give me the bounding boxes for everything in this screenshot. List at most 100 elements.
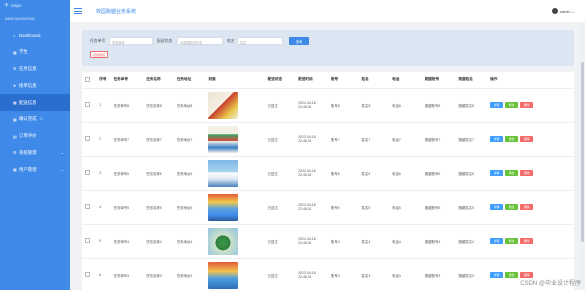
cell-task-name: 任务名称8 [143, 88, 174, 123]
cell-delivery-status: 已送达 [264, 156, 296, 191]
col-header: 电话 [389, 72, 422, 89]
cell-index: 4 [96, 190, 111, 225]
row-checkbox[interactable] [85, 102, 90, 107]
sidebar-item-user-management[interactable]: ▦ 用户管理 ⌄ [0, 161, 70, 178]
home-icon: ⌂ [13, 32, 16, 38]
col-header: 任务名称 [143, 72, 174, 89]
edit-button[interactable]: 修改 [505, 102, 519, 108]
app-title: 校园跑腿业务系统 [96, 8, 137, 15]
edit-button[interactable]: 修改 [505, 136, 519, 142]
cover-thumbnail[interactable] [208, 91, 239, 119]
cell-task-no: 任务单号6 [110, 156, 144, 191]
cell-delivery-time: 2022-04-18 22:46:31 [295, 156, 328, 191]
delete-button[interactable]: 删除 [520, 170, 534, 176]
hand-cursor-icon: ☝ [39, 116, 43, 123]
detail-button[interactable]: 详情 [490, 170, 504, 176]
cell-delivery-time: 2022-04-18 22:46:31 [295, 122, 328, 157]
cell-task-no: 任务单号8 [110, 88, 144, 123]
cell-phone: 电话6 [389, 156, 422, 191]
search-button[interactable]: 查询 [289, 37, 309, 45]
col-header: 任务单号 [110, 72, 144, 89]
edit-button[interactable]: 修改 [505, 170, 519, 176]
edit-button[interactable]: 修改 [505, 204, 519, 210]
task-no-input[interactable]: 任务单号 [109, 37, 153, 45]
cell-task-name: 任务名称7 [143, 122, 174, 157]
cell-runner-account: 跑腿账号4 [421, 224, 456, 259]
detail-button[interactable]: 详情 [490, 204, 504, 210]
scrollbar-thumb[interactable] [581, 62, 584, 242]
cell-cover [205, 88, 265, 123]
delete-button[interactable]: 删除 [520, 204, 534, 210]
delivery-status-select[interactable]: 请选择配送状态 [177, 37, 223, 45]
avatar [551, 8, 558, 14]
delete-button[interactable]: 删除 [520, 238, 534, 244]
row-checkbox[interactable] [85, 136, 90, 141]
sidebar-item-system-management[interactable]: ⚙ 系统管理 ⌄ [0, 145, 70, 162]
user-menu[interactable]: admin ⌄ [551, 8, 575, 14]
row-checkbox[interactable] [85, 272, 90, 277]
cell-index: 3 [96, 156, 111, 191]
cell-runner-name: 跑腿姓名6 [455, 156, 488, 191]
delete-button[interactable]: 删除 [520, 136, 534, 142]
grid-icon: ▦ [13, 167, 17, 173]
cell-runner-name: 跑腿姓名8 [455, 88, 488, 123]
detail-button[interactable]: 详情 [490, 272, 504, 278]
delivery-status-label: 配送状态 [157, 39, 173, 43]
sidebar-item-label: 学生 [19, 49, 28, 55]
detail-button[interactable]: 详情 [490, 102, 504, 108]
cell-account: 账号5 [327, 190, 359, 225]
col-header: 跑腿账号 [421, 72, 456, 89]
cell-runner-account: 跑腿账号3 [421, 258, 456, 290]
cell-delivery-status: 已送达 [264, 190, 296, 225]
sidebar-item-label: Dashboard [19, 32, 41, 38]
cell-task-no: 任务单号3 [110, 258, 144, 290]
sidebar-item-confirm-complete[interactable]: ▦ 确认完成 ☝ [0, 111, 70, 128]
cell-actions: 详情 修改 删除 [487, 122, 574, 157]
cell-name: 姓名8 [358, 88, 390, 123]
row-checkbox[interactable] [85, 204, 90, 209]
edit-button[interactable]: 修改 [505, 272, 519, 278]
delete-button[interactable]: 删除 [520, 272, 534, 278]
col-header: 序号 [96, 72, 111, 89]
sidebar-item-delivery-info[interactable]: ▦ 配送信息 [0, 94, 70, 111]
cell-delivery-status: 已送达 [264, 88, 296, 123]
menu-toggle-icon[interactable] [74, 8, 82, 14]
cover-thumbnail[interactable] [208, 193, 239, 221]
col-header: 任务地址 [173, 72, 206, 89]
sidebar-item-task-info[interactable]: ⚙ 任务信息 [0, 61, 70, 78]
detail-button[interactable]: 详情 [490, 238, 504, 244]
table-header-row: 序号 任务单号 任务名称 任务地址 封面 配送状态 配送时间 账号 姓名 电话 … [82, 72, 574, 89]
sidebar-item-order-info[interactable]: ➤ 接单信息 [0, 77, 70, 94]
cell-runner-name: 跑腿姓名7 [455, 122, 488, 157]
detail-button[interactable]: 详情 [490, 136, 504, 142]
edit-button[interactable]: 修改 [505, 238, 519, 244]
task-no-label: 任务单号 [90, 39, 106, 43]
cell-index: 2 [96, 122, 111, 157]
page-scrollbar[interactable] [580, 22, 585, 290]
name-input[interactable]: 姓名 [237, 37, 283, 45]
sidebar-item-dashboard[interactable]: ⌂ Dashboard [0, 27, 70, 44]
cover-thumbnail[interactable] [208, 159, 239, 187]
cell-name: 姓名4 [358, 224, 390, 259]
cell-runner-name: 跑腿姓名3 [455, 258, 488, 290]
table-row: 3 任务单号6 任务名称6 任务地址6 已送达 2022-04-18 22:46:31 账号… [82, 156, 574, 191]
cover-thumbnail[interactable] [208, 227, 239, 255]
cell-index: 1 [96, 88, 111, 123]
row-checkbox[interactable] [85, 170, 90, 175]
sidebar-item-order-review[interactable]: ▤ 订单评价 [0, 128, 70, 145]
cell-task-no: 任务单号5 [110, 190, 144, 225]
cover-thumbnail[interactable] [208, 261, 239, 289]
cell-task-name: 任务名称4 [143, 224, 174, 259]
sidebar-item-label: 用户管理 [19, 166, 37, 172]
batch-delete-button[interactable]: 批量删除 [90, 51, 108, 58]
chevron-down-icon: ⌄ [60, 167, 64, 173]
cell-actions: 详情 修改 删除 [487, 224, 574, 259]
cover-thumbnail[interactable] [208, 125, 239, 153]
row-checkbox[interactable] [85, 238, 90, 243]
cell-name: 姓名6 [358, 156, 390, 191]
delete-button[interactable]: 删除 [520, 102, 534, 108]
sidebar-item-student[interactable]: ▦ 学生 [0, 44, 70, 61]
col-header: 账号 [327, 72, 359, 89]
select-all-checkbox[interactable] [85, 76, 90, 82]
cell-delivery-time: 2022-04-18 22:46:31 [295, 224, 328, 259]
